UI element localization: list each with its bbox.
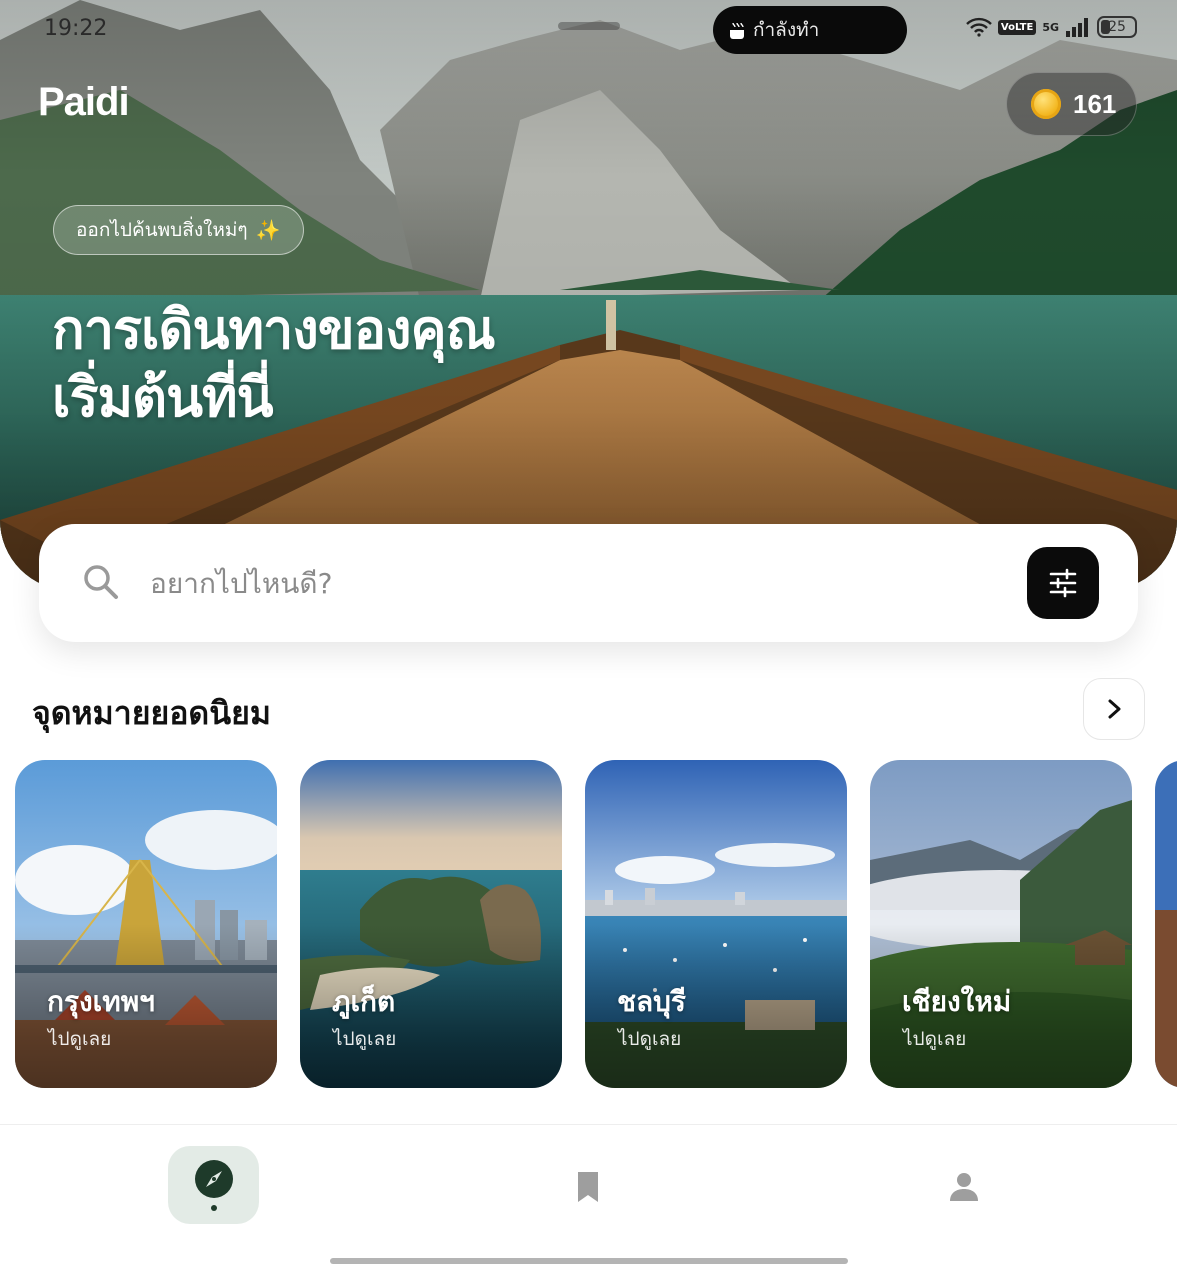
hero-banner: [0, 0, 1177, 590]
sparkle-icon: ✨: [255, 218, 281, 242]
destination-card-chonburi[interactable]: ชลบุรี ไปดูเลย: [585, 760, 847, 1088]
battery-icon: 25: [1097, 16, 1137, 38]
hero-title-line2: เริ่มต้นที่นี่: [52, 366, 274, 429]
system-status-icons: VoLTE 5G 25: [966, 16, 1137, 38]
search-icon: [82, 563, 120, 605]
card-cta: ไปดูเลย: [618, 1028, 682, 1050]
card-cta: ไปดูเลย: [333, 1028, 397, 1050]
live-activity-pill[interactable]: กำลังทำ: [713, 6, 907, 54]
nav-explore-tab[interactable]: [168, 1146, 259, 1224]
card-title: เชียงใหม่: [902, 985, 1012, 1018]
destination-card-phuket[interactable]: ภูเก็ต ไปดูเลย: [300, 760, 562, 1088]
hero-title: การเดินทางของคุณ เริ่มต้นที่นี่: [52, 296, 496, 432]
live-activity-label: กำลังทำ: [753, 19, 820, 41]
app-logo: Paidi: [38, 80, 130, 124]
bottom-navigation: [0, 1124, 1177, 1280]
home-indicator: [330, 1258, 848, 1264]
card-cta: ไปดูเลย: [903, 1028, 967, 1050]
section-title-popular: จุดหมายยอดนิยม: [32, 694, 271, 732]
search-input[interactable]: [150, 560, 970, 606]
hero-tagline-chip: ออกไปค้นพบสิ่งใหม่ๆ ✨: [53, 205, 304, 255]
destination-card-chiangmai[interactable]: เชียงใหม่ ไปดูเลย: [870, 760, 1132, 1088]
sliders-icon: [1049, 568, 1077, 598]
status-bar: 19:22 กำลังทำ VoLTE 5G 25: [0, 0, 1177, 60]
compass-icon: [194, 1160, 233, 1198]
chevron-right-icon: [1108, 699, 1121, 719]
coin-count: 161: [1073, 88, 1117, 119]
battery-level: 25: [1108, 19, 1126, 35]
destination-card-next[interactable]: [1155, 760, 1177, 1088]
card-title: ภูเก็ต: [332, 985, 396, 1018]
coin-balance-button[interactable]: 161: [1006, 72, 1137, 136]
drag-handle: [558, 22, 620, 30]
volte-badge: VoLTE: [997, 19, 1037, 35]
card-title: ชลบุรี: [617, 985, 686, 1018]
next-destination-photo: [1155, 760, 1177, 1088]
card-title: กรุงเทพฯ: [47, 985, 155, 1018]
nav-profile-tab[interactable]: [946, 1169, 982, 1209]
coin-icon: [1031, 89, 1061, 119]
network-type: 5G: [1042, 20, 1059, 34]
destination-carousel[interactable]: กรุงเทพฯ ไปดูเลย ภูเก็ต ไปดูเลย ชลบุรี ไ…: [0, 760, 1177, 1090]
signal-icon: [1066, 18, 1088, 37]
active-indicator-dot: [210, 1205, 217, 1211]
hero-title-line1: การเดินทางของคุณ: [52, 298, 496, 361]
cooking-pot-icon: [727, 21, 747, 39]
wifi-icon: [966, 17, 992, 37]
status-time: 19:22: [44, 16, 108, 41]
nav-saved-tab[interactable]: [570, 1169, 606, 1209]
destination-card-bangkok[interactable]: กรุงเทพฯ ไปดูเลย: [15, 760, 277, 1088]
person-icon: [950, 1173, 978, 1201]
bookmark-icon: [578, 1172, 598, 1202]
see-all-button[interactable]: [1083, 678, 1145, 740]
card-cta: ไปดูเลย: [48, 1028, 112, 1050]
tagline-text: ออกไปค้นพบสิ่งใหม่ๆ: [76, 219, 248, 241]
filter-button[interactable]: [1027, 547, 1099, 619]
